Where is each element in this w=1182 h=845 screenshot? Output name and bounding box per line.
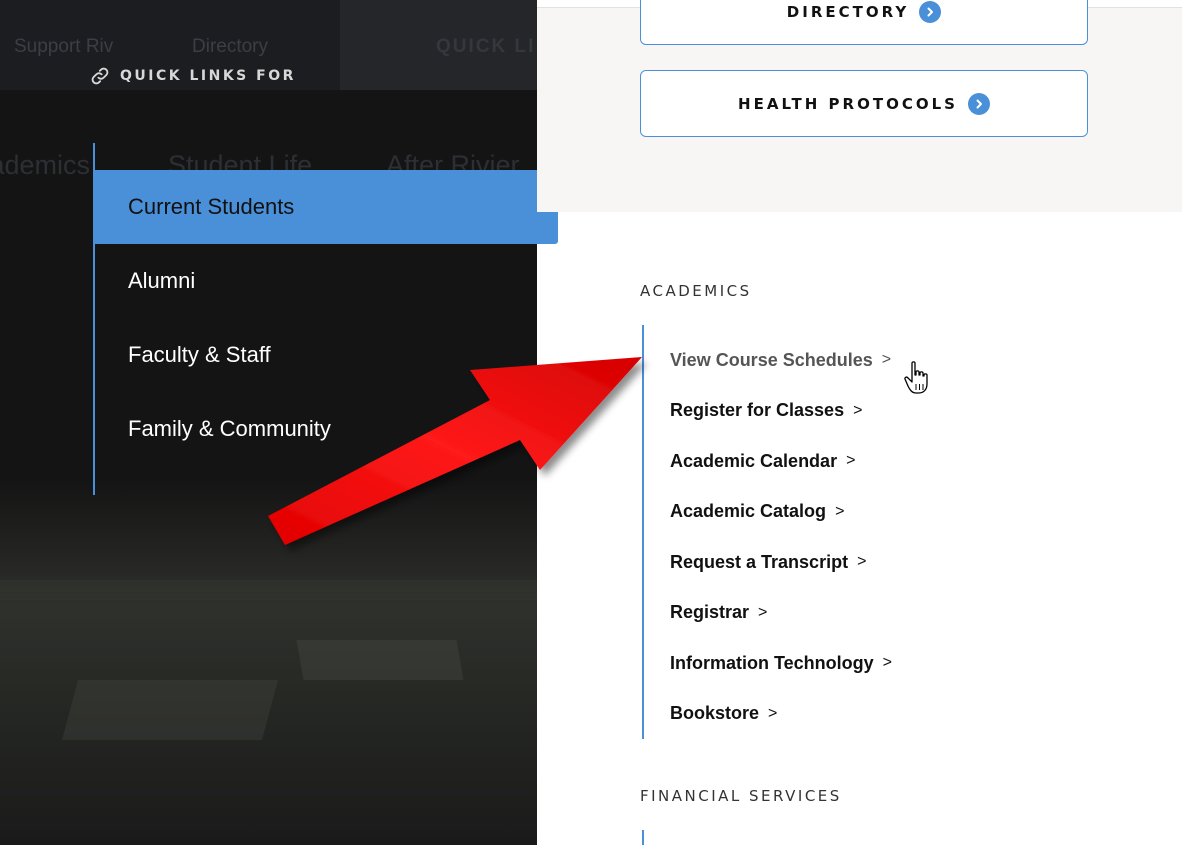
audience-current-students[interactable]: Current Students xyxy=(95,170,558,244)
link-registrar[interactable]: Registrar > xyxy=(670,588,892,639)
audience-label: Faculty & Staff xyxy=(128,342,271,367)
link-label: Request a Transcript xyxy=(670,551,849,572)
link-label: Information Technology xyxy=(670,652,874,673)
financial-services-rail xyxy=(642,830,644,845)
link-academic-calendar[interactable]: Academic Calendar > xyxy=(670,436,892,487)
link-information-technology[interactable]: Information Technology > xyxy=(670,638,892,689)
chevron-circle-right-icon xyxy=(967,92,990,115)
link-academic-catalog[interactable]: Academic Catalog > xyxy=(670,487,892,538)
link-request-transcript[interactable]: Request a Transcript > xyxy=(670,537,892,588)
chevron-right-icon: > xyxy=(835,502,845,520)
chevron-right-icon: > xyxy=(881,351,892,369)
link-bookstore[interactable]: Bookstore > xyxy=(670,689,892,740)
audience-family-community[interactable]: Family & Community xyxy=(95,392,558,466)
chevron-right-icon: > xyxy=(853,401,863,419)
campus-photo-detail xyxy=(0,580,537,600)
background-nav-support: Support Riv xyxy=(14,36,114,57)
audience-label: Family & Community xyxy=(128,416,331,441)
quick-links-title: QUICK LINKS FOR xyxy=(120,68,296,84)
quick-links-header: QUICK LINKS FOR xyxy=(90,66,296,86)
audience-list: Current Students Alumni Faculty & Staff … xyxy=(95,170,558,466)
link-register-for-classes[interactable]: Register for Classes > xyxy=(670,386,892,437)
link-label: Bookstore xyxy=(670,703,760,724)
health-protocols-button[interactable]: HEALTH PROTOCOLS xyxy=(640,70,1088,137)
audience-label: Alumni xyxy=(128,268,196,293)
chevron-right-icon: > xyxy=(846,452,856,470)
directory-button[interactable]: DIRECTORY xyxy=(640,0,1088,45)
link-icon xyxy=(91,67,109,85)
chevron-right-icon: > xyxy=(768,704,778,722)
chevron-circle-right-icon xyxy=(919,0,942,23)
link-view-course-schedules[interactable]: View Course Schedules > xyxy=(670,335,892,386)
campus-photo-detail xyxy=(61,680,279,740)
background-nav-quick-links: QUICK LI xyxy=(436,36,536,57)
academics-link-list: View Course Schedules > Register for Cla… xyxy=(670,335,892,739)
chevron-right-icon: > xyxy=(882,654,893,672)
chevron-right-icon: > xyxy=(758,603,768,621)
link-label: View Course Schedules xyxy=(670,349,873,370)
link-label: Academic Calendar xyxy=(670,450,838,471)
directory-label: DIRECTORY xyxy=(786,2,910,21)
academics-heading: ACADEMICS xyxy=(640,282,752,300)
link-label: Registrar xyxy=(670,602,750,623)
financial-services-heading: FINANCIAL SERVICES xyxy=(640,787,842,805)
link-label: Academic Catalog xyxy=(670,501,827,522)
hand-pointer-icon xyxy=(904,361,928,394)
audience-label: Current Students xyxy=(128,194,295,219)
background-nav-academics: Academics xyxy=(0,150,91,180)
background-nav-directory: Directory xyxy=(192,36,269,57)
chevron-right-icon: > xyxy=(857,553,867,571)
link-label: Register for Classes xyxy=(670,400,845,421)
academics-rail xyxy=(642,325,644,739)
audience-alumni[interactable]: Alumni xyxy=(95,244,558,318)
audience-faculty-staff[interactable]: Faculty & Staff xyxy=(95,318,558,392)
campus-photo-detail xyxy=(296,640,464,680)
health-protocols-label: HEALTH PROTOCOLS xyxy=(738,94,958,113)
